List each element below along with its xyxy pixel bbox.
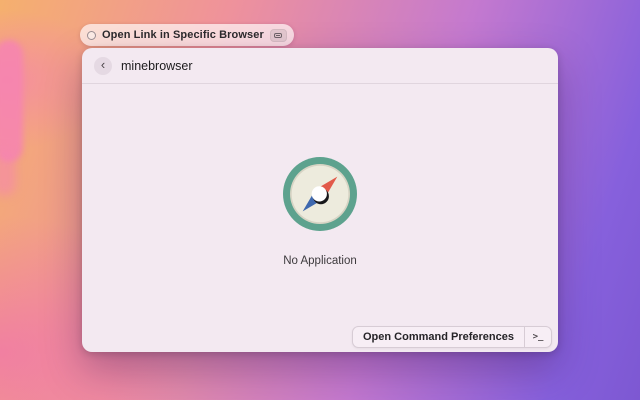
terminal-shortcut-icon: >_ xyxy=(532,332,544,342)
chevron-left-icon: ‹ xyxy=(100,57,106,72)
search-input[interactable]: minebrowser xyxy=(121,59,193,73)
window-header: ‹ minebrowser xyxy=(82,48,558,84)
open-command-preferences-label: Open Command Preferences xyxy=(363,331,514,343)
wallpaper-paint-stroke xyxy=(0,40,23,162)
open-command-preferences-button[interactable]: Open Command Preferences >_ xyxy=(352,326,552,348)
empty-state: No Application xyxy=(82,84,558,318)
extension-window: ‹ minebrowser No Application Open Comman… xyxy=(82,48,558,352)
ring-icon xyxy=(87,30,96,40)
empty-state-message: No Application xyxy=(283,255,357,267)
command-pill[interactable]: Open Link in Specific Browser xyxy=(80,24,294,46)
hotkey-badge-icon xyxy=(269,28,287,42)
back-button[interactable]: ‹ xyxy=(94,56,112,75)
compass-icon xyxy=(283,157,357,231)
wallpaper-paint-stroke-small xyxy=(0,150,16,196)
command-pill-label: Open Link in Specific Browser xyxy=(102,29,264,41)
